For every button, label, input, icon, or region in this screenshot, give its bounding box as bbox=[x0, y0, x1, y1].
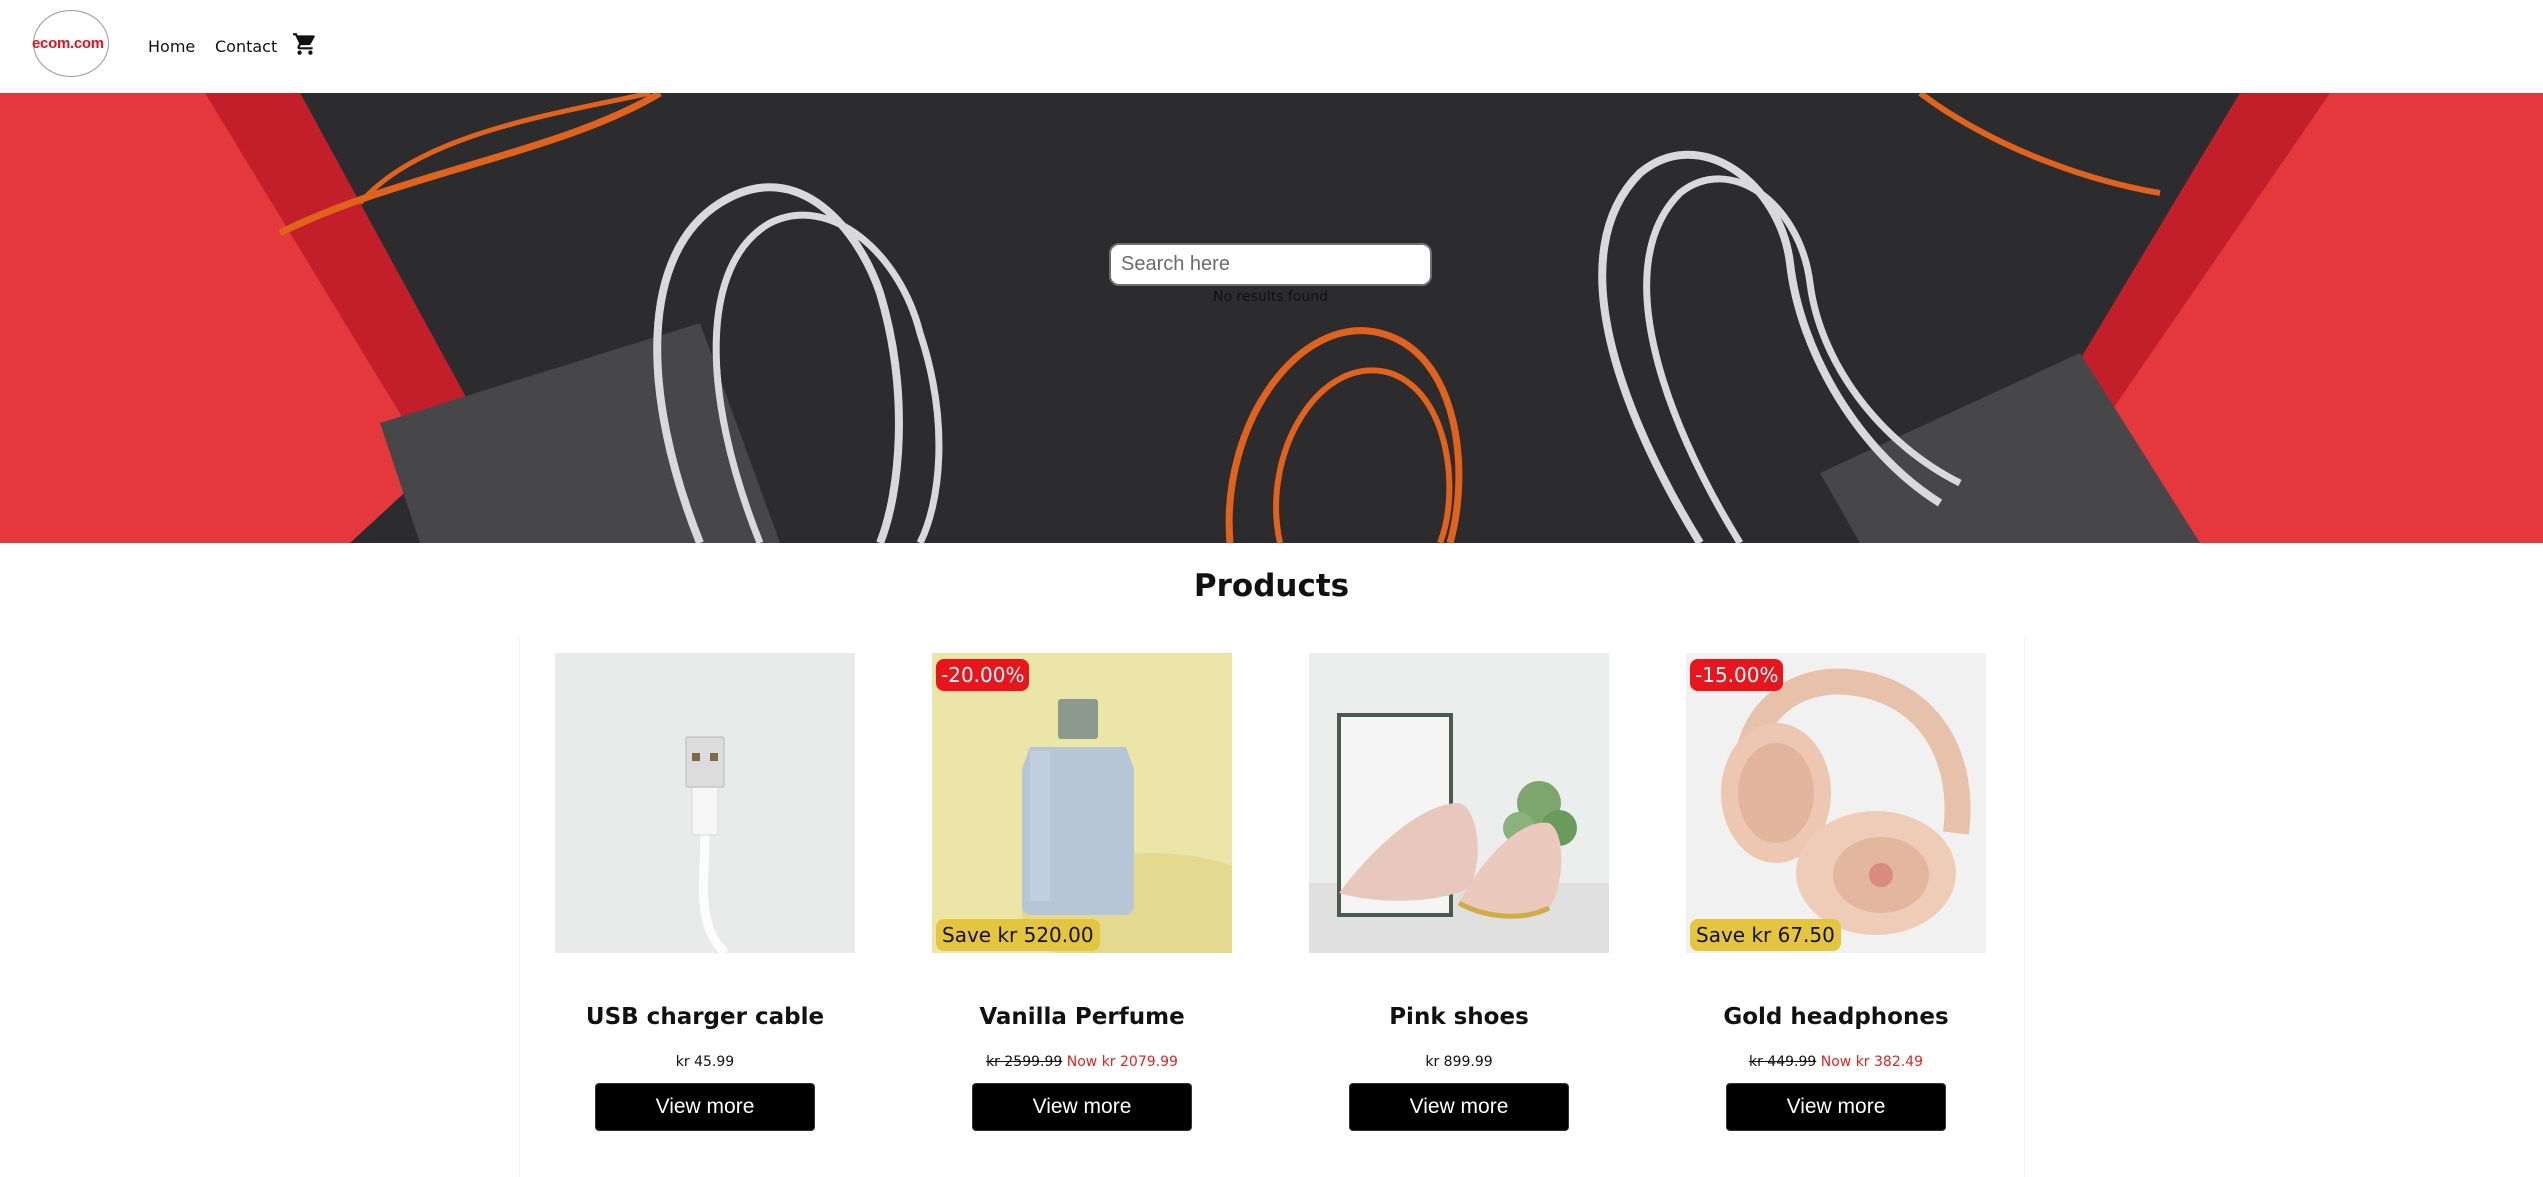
product-name: USB charger cable bbox=[585, 1004, 825, 1030]
now-price: Now kr 2079.99 bbox=[1066, 1054, 1178, 1070]
top-header: ecom.com Home Contact bbox=[0, 0, 2543, 93]
price-value: kr 899.99 bbox=[1425, 1054, 1493, 1070]
save-badge: Save kr 67.50 bbox=[1690, 919, 1841, 951]
nav-contact-link[interactable]: Contact bbox=[215, 37, 277, 56]
product-price: kr 2599.99 Now kr 2079.99 bbox=[892, 1054, 1272, 1070]
shopping-cart-icon[interactable] bbox=[292, 31, 318, 57]
logo[interactable]: ecom.com bbox=[32, 10, 109, 77]
hero-banner: No results found bbox=[0, 93, 2543, 543]
product-name: Gold headphones bbox=[1723, 1004, 1949, 1030]
product-price: kr 899.99 bbox=[1269, 1054, 1649, 1070]
products-heading: Products bbox=[1193, 568, 1350, 604]
product-image-vanilla-perfume[interactable]: -20.00% Save kr 520.00 bbox=[932, 653, 1232, 953]
nav-home-link[interactable]: Home bbox=[148, 37, 195, 56]
price-value: kr 45.99 bbox=[675, 1054, 735, 1070]
view-more-button[interactable]: View more bbox=[973, 1084, 1191, 1130]
old-price: kr 2599.99 bbox=[986, 1054, 1063, 1070]
view-more-button[interactable]: View more bbox=[1350, 1084, 1568, 1130]
product-grid: USB charger cable kr 45.99 View more -20… bbox=[519, 637, 2025, 1177]
logo-text: ecom.com bbox=[32, 35, 104, 52]
hero-background-image bbox=[0, 93, 2543, 543]
product-price: kr 45.99 bbox=[515, 1054, 895, 1070]
discount-badge: -20.00% bbox=[936, 659, 1030, 691]
product-image-pink-shoes[interactable] bbox=[1309, 653, 1609, 953]
view-more-button[interactable]: View more bbox=[1727, 1084, 1945, 1130]
product-name: Vanilla Perfume bbox=[979, 1004, 1185, 1030]
old-price: kr 449.99 bbox=[1748, 1054, 1817, 1070]
discount-badge: -15.00% bbox=[1690, 659, 1784, 691]
view-more-button[interactable]: View more bbox=[596, 1084, 814, 1130]
now-price: Now kr 382.49 bbox=[1820, 1054, 1923, 1070]
product-price: kr 449.99 Now kr 382.49 bbox=[1646, 1054, 2026, 1070]
product-image-usb-cable[interactable] bbox=[555, 653, 855, 953]
save-badge: Save kr 520.00 bbox=[936, 919, 1100, 951]
product-name: Pink shoes bbox=[1389, 1004, 1529, 1030]
product-image-gold-headphones[interactable]: -15.00% Save kr 67.50 bbox=[1686, 653, 1986, 953]
search-status-text: No results found bbox=[1213, 289, 1328, 305]
search-input[interactable] bbox=[1109, 243, 1432, 286]
